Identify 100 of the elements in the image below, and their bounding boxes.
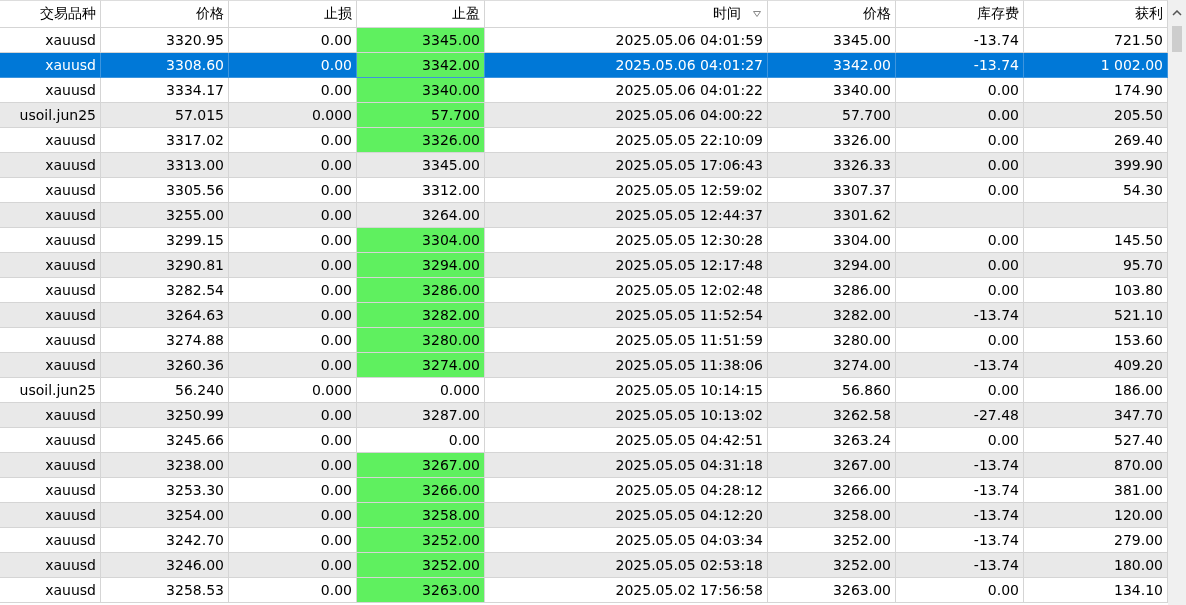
scroll-up-icon[interactable] xyxy=(1172,10,1182,16)
table-row[interactable]: xauusd 3260.36 0.00 3274.00 2025.05.05 11:38:06 3274.00 -13.74 409.20 xyxy=(0,353,1168,378)
table-row[interactable]: xauusd 3317.02 0.00 3326.00 2025.05.05 22:10:09 3326.00 0.00 269.40 xyxy=(0,128,1168,153)
table-cell: 2025.05.05 12:44:37 xyxy=(615,207,763,223)
table-cell: 0.00 xyxy=(320,457,352,473)
table-row[interactable]: xauusd 3255.00 0.00 3264.00 2025.05.05 12:44:37 3301.62 xyxy=(0,203,1168,228)
table-cell: 0.00 xyxy=(320,207,352,223)
table-cell: 180.00 xyxy=(1114,557,1163,573)
table-cell: xauusd xyxy=(45,282,96,298)
table-cell: 3301.62 xyxy=(833,207,891,223)
table-cell: 3299.15 xyxy=(166,232,224,248)
table-cell: 3252.00 xyxy=(833,532,891,548)
column-header[interactable]: 止盈 xyxy=(357,0,485,28)
table-cell: 3263.00 xyxy=(833,582,891,598)
table-cell: 3254.00 xyxy=(166,507,224,523)
table-cell: 3267.00 xyxy=(833,457,891,473)
table-cell: 3267.00 xyxy=(422,457,480,473)
table-cell: 3282.54 xyxy=(166,282,224,298)
table-cell: 279.00 xyxy=(1114,532,1163,548)
table-row[interactable]: xauusd 3305.56 0.00 3312.00 2025.05.05 12:59:02 3307.37 0.00 54.30 xyxy=(0,178,1168,203)
table-row[interactable]: xauusd 3242.70 0.00 3252.00 2025.05.05 04:03:34 3252.00 -13.74 279.00 xyxy=(0,528,1168,553)
table-row[interactable]: xauusd 3274.88 0.00 3280.00 2025.05.05 11:51:59 3280.00 0.00 153.60 xyxy=(0,328,1168,353)
table-cell: 0.00 xyxy=(320,257,352,273)
table-cell: xauusd xyxy=(45,232,96,248)
column-header[interactable]: 库存费 xyxy=(896,0,1024,28)
table-row[interactable]: xauusd 3238.00 0.00 3267.00 2025.05.05 04:31:18 3267.00 -13.74 870.00 xyxy=(0,453,1168,478)
table-cell: 2025.05.05 04:31:18 xyxy=(615,457,763,473)
table-cell: xauusd xyxy=(45,157,96,173)
table-cell: xauusd xyxy=(45,432,96,448)
table-row[interactable]: xauusd 3250.99 0.00 3287.00 2025.05.05 10:13:02 3262.58 -27.48 347.70 xyxy=(0,403,1168,428)
table-cell: 174.90 xyxy=(1114,82,1163,98)
table-row[interactable]: usoil.jun25 57.015 0.000 57.700 2025.05.06 04:00:22 57.700 0.00 205.50 xyxy=(0,103,1168,128)
table-row[interactable]: xauusd 3299.15 0.00 3304.00 2025.05.05 12:30:28 3304.00 0.00 145.50 xyxy=(0,228,1168,253)
table-cell: 2025.05.05 02:53:18 xyxy=(615,557,763,573)
table-cell: 3280.00 xyxy=(422,332,480,348)
table-cell: 3305.56 xyxy=(166,182,224,198)
table-cell: 57.015 xyxy=(175,107,224,123)
table-cell: xauusd xyxy=(45,582,96,598)
table-row[interactable]: usoil.jun25 56.240 0.000 0.000 2025.05.05 10:14:15 56.860 0.00 186.00 xyxy=(0,378,1168,403)
table-cell: 3313.00 xyxy=(166,157,224,173)
column-header[interactable]: 时间 xyxy=(485,0,768,28)
table-cell: 3245.66 xyxy=(166,432,224,448)
table-cell: 2025.05.05 10:13:02 xyxy=(615,407,763,423)
table-cell: 3345.00 xyxy=(833,32,891,48)
table-cell: 3242.70 xyxy=(166,532,224,548)
table-cell: usoil.jun25 xyxy=(19,107,96,123)
table-cell: 205.50 xyxy=(1114,107,1163,123)
table-cell: 0.00 xyxy=(320,282,352,298)
table-cell: -13.74 xyxy=(973,32,1019,48)
table-cell: 2025.05.05 11:51:59 xyxy=(615,332,763,348)
table-cell: 3262.58 xyxy=(833,407,891,423)
column-header[interactable]: 止损 xyxy=(229,0,357,28)
table-cell: 2025.05.05 17:06:43 xyxy=(615,157,763,173)
table-row[interactable]: xauusd 3254.00 0.00 3258.00 2025.05.05 04:12:20 3258.00 -13.74 120.00 xyxy=(0,503,1168,528)
table-cell: 0.00 xyxy=(987,157,1019,173)
scroll-thumb[interactable] xyxy=(1172,26,1182,52)
table-row[interactable]: xauusd 3282.54 0.00 3286.00 2025.05.05 12:02:48 3286.00 0.00 103.80 xyxy=(0,278,1168,303)
table-row[interactable]: xauusd 3313.00 0.00 3345.00 2025.05.05 17:06:43 3326.33 0.00 399.90 xyxy=(0,153,1168,178)
table-cell: 0.00 xyxy=(320,307,352,323)
table-cell: xauusd xyxy=(45,207,96,223)
table-cell: 2025.05.06 04:01:59 xyxy=(615,32,763,48)
table-cell: 0.00 xyxy=(320,357,352,373)
table-cell: usoil.jun25 xyxy=(19,382,96,398)
table-cell: -27.48 xyxy=(973,407,1019,423)
table-row[interactable]: xauusd 3253.30 0.00 3266.00 2025.05.05 04:28:12 3266.00 -13.74 381.00 xyxy=(0,478,1168,503)
table-cell: 2025.05.06 04:01:22 xyxy=(615,82,763,98)
table-cell: 0.00 xyxy=(320,407,352,423)
table-cell: 3290.81 xyxy=(166,257,224,273)
column-header[interactable]: 价格 xyxy=(101,0,229,28)
table-row[interactable]: xauusd 3334.17 0.00 3340.00 2025.05.06 04:01:22 3340.00 0.00 174.90 xyxy=(0,78,1168,103)
table-row[interactable]: xauusd 3320.95 0.00 3345.00 2025.05.06 04:01:59 3345.00 -13.74 721.50 xyxy=(0,28,1168,53)
table-cell: 381.00 xyxy=(1114,482,1163,498)
table-cell: 0.00 xyxy=(320,157,352,173)
table-cell: 2025.05.05 11:52:54 xyxy=(615,307,763,323)
table-cell: 54.30 xyxy=(1122,182,1163,198)
table-cell: 3326.33 xyxy=(833,157,891,173)
column-header[interactable]: 获利 xyxy=(1024,0,1168,28)
table-cell: 3252.00 xyxy=(422,532,480,548)
table-cell: 3274.00 xyxy=(422,357,480,373)
table-cell: 3274.88 xyxy=(166,332,224,348)
table-row[interactable]: xauusd 3245.66 0.00 0.00 2025.05.05 04:42:51 3263.24 0.00 527.40 xyxy=(0,428,1168,453)
table-cell: 0.00 xyxy=(320,582,352,598)
table-cell: -13.74 xyxy=(973,557,1019,573)
table-cell: xauusd xyxy=(45,532,96,548)
table-cell: 56.240 xyxy=(175,382,224,398)
scrollbar[interactable] xyxy=(1168,0,1186,605)
table-row[interactable]: xauusd 3264.63 0.00 3282.00 2025.05.05 11:52:54 3282.00 -13.74 521.10 xyxy=(0,303,1168,328)
table-row[interactable]: xauusd 3308.60 0.00 3342.00 2025.05.06 04:01:27 3342.00 -13.74 1 002.00 xyxy=(0,53,1168,78)
table-cell: 3294.00 xyxy=(422,257,480,273)
table-row[interactable]: xauusd 3290.81 0.00 3294.00 2025.05.05 12:17:48 3294.00 0.00 95.70 xyxy=(0,253,1168,278)
table-row[interactable]: xauusd 3258.53 0.00 3263.00 2025.05.02 17:56:58 3263.00 0.00 134.10 xyxy=(0,578,1168,603)
table-cell: -13.74 xyxy=(973,57,1019,73)
sort-arrow-icon xyxy=(753,11,761,17)
column-header[interactable]: 价格 xyxy=(768,0,896,28)
table-cell: 0.00 xyxy=(987,282,1019,298)
table-cell: 3326.00 xyxy=(833,132,891,148)
table-cell: xauusd xyxy=(45,332,96,348)
table-row[interactable]: xauusd 3246.00 0.00 3252.00 2025.05.05 02:53:18 3252.00 -13.74 180.00 xyxy=(0,553,1168,578)
table-cell: 3258.00 xyxy=(833,507,891,523)
table-cell: 3286.00 xyxy=(833,282,891,298)
